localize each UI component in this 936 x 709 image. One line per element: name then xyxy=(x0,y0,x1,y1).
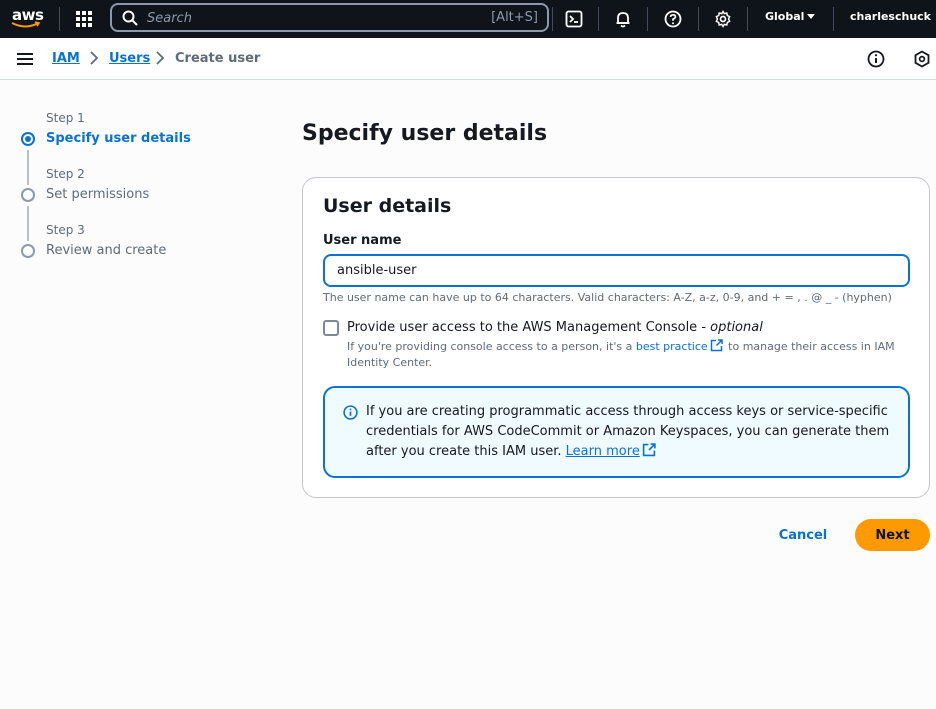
external-link-icon[interactable] xyxy=(642,443,656,457)
info-alert: If you are creating programmatic access … xyxy=(323,386,910,478)
menu-icon[interactable] xyxy=(17,52,33,66)
settings-panel-icon[interactable] xyxy=(913,50,931,68)
page-title: Specify user details xyxy=(302,121,548,146)
breadcrumb-bar: IAM Users Create user xyxy=(0,38,936,80)
cloudshell-icon[interactable] xyxy=(562,7,586,31)
search-placeholder: Search xyxy=(147,11,192,26)
step-2-title: Set permissions xyxy=(46,187,150,202)
search-bar[interactable]: Search [Alt+S] xyxy=(110,3,549,32)
optional-text: optional xyxy=(710,320,763,335)
breadcrumb-users[interactable]: Users xyxy=(109,51,150,66)
console-access-label-text: Provide user access to the AWS Managemen… xyxy=(347,320,711,335)
divider xyxy=(598,7,599,31)
divider xyxy=(698,7,699,31)
divider xyxy=(59,7,60,31)
divider xyxy=(552,7,553,31)
step-2-number: Step 2 xyxy=(46,167,85,181)
step-2-indicator xyxy=(21,188,35,202)
step-connector xyxy=(27,150,29,185)
user-name-input[interactable] xyxy=(323,254,910,287)
best-practice-link[interactable]: best practice xyxy=(636,340,708,353)
console-access-label[interactable]: Provide user access to the AWS Managemen… xyxy=(347,320,763,335)
step-1-indicator xyxy=(21,132,35,146)
user-details-card: User details User name The user name can… xyxy=(302,177,930,498)
divider xyxy=(747,7,748,31)
gear-icon[interactable] xyxy=(711,7,735,31)
bell-icon[interactable] xyxy=(611,7,635,31)
console-desc-before: If you're providing console access to a … xyxy=(347,340,636,353)
breadcrumb-iam[interactable]: IAM xyxy=(52,51,80,66)
user-name-hint: The user name can have up to 64 characte… xyxy=(323,291,892,304)
console-access-checkbox[interactable] xyxy=(323,320,339,336)
services-grid-icon[interactable] xyxy=(72,7,96,31)
chevron-right-icon xyxy=(156,51,164,65)
console-access-description: If you're providing console access to a … xyxy=(347,339,897,371)
info-icon[interactable] xyxy=(867,50,885,68)
user-name-label: User name xyxy=(323,233,402,248)
step-3-title: Review and create xyxy=(46,243,167,258)
search-icon xyxy=(122,10,138,26)
divider xyxy=(833,7,834,31)
next-button[interactable]: Next xyxy=(855,519,930,551)
card-title: User details xyxy=(323,195,452,217)
step-1-title[interactable]: Specify user details xyxy=(46,131,191,146)
info-circle-icon xyxy=(343,405,358,420)
divider xyxy=(647,7,648,31)
cancel-button[interactable]: Cancel xyxy=(769,519,837,551)
step-3-number: Step 3 xyxy=(46,223,85,237)
top-navigation: aws Search [Alt+S] Global charleschuck xyxy=(0,0,936,38)
help-icon[interactable] xyxy=(661,7,685,31)
aws-logo[interactable]: aws xyxy=(11,6,44,32)
alert-text: If you are creating programmatic access … xyxy=(366,402,896,462)
chevron-right-icon xyxy=(90,51,98,65)
search-shortcut: [Alt+S] xyxy=(491,10,538,25)
caret-down-icon[interactable] xyxy=(806,13,816,21)
step-3-indicator xyxy=(21,244,35,258)
step-1-number: Step 1 xyxy=(46,111,85,125)
learn-more-link[interactable]: Learn more xyxy=(566,444,640,459)
breadcrumb-current: Create user xyxy=(175,51,261,66)
step-connector xyxy=(27,206,29,241)
account-menu[interactable]: charleschuck xyxy=(850,10,931,23)
region-selector[interactable]: Global xyxy=(765,10,804,23)
external-link-icon[interactable] xyxy=(710,339,723,352)
